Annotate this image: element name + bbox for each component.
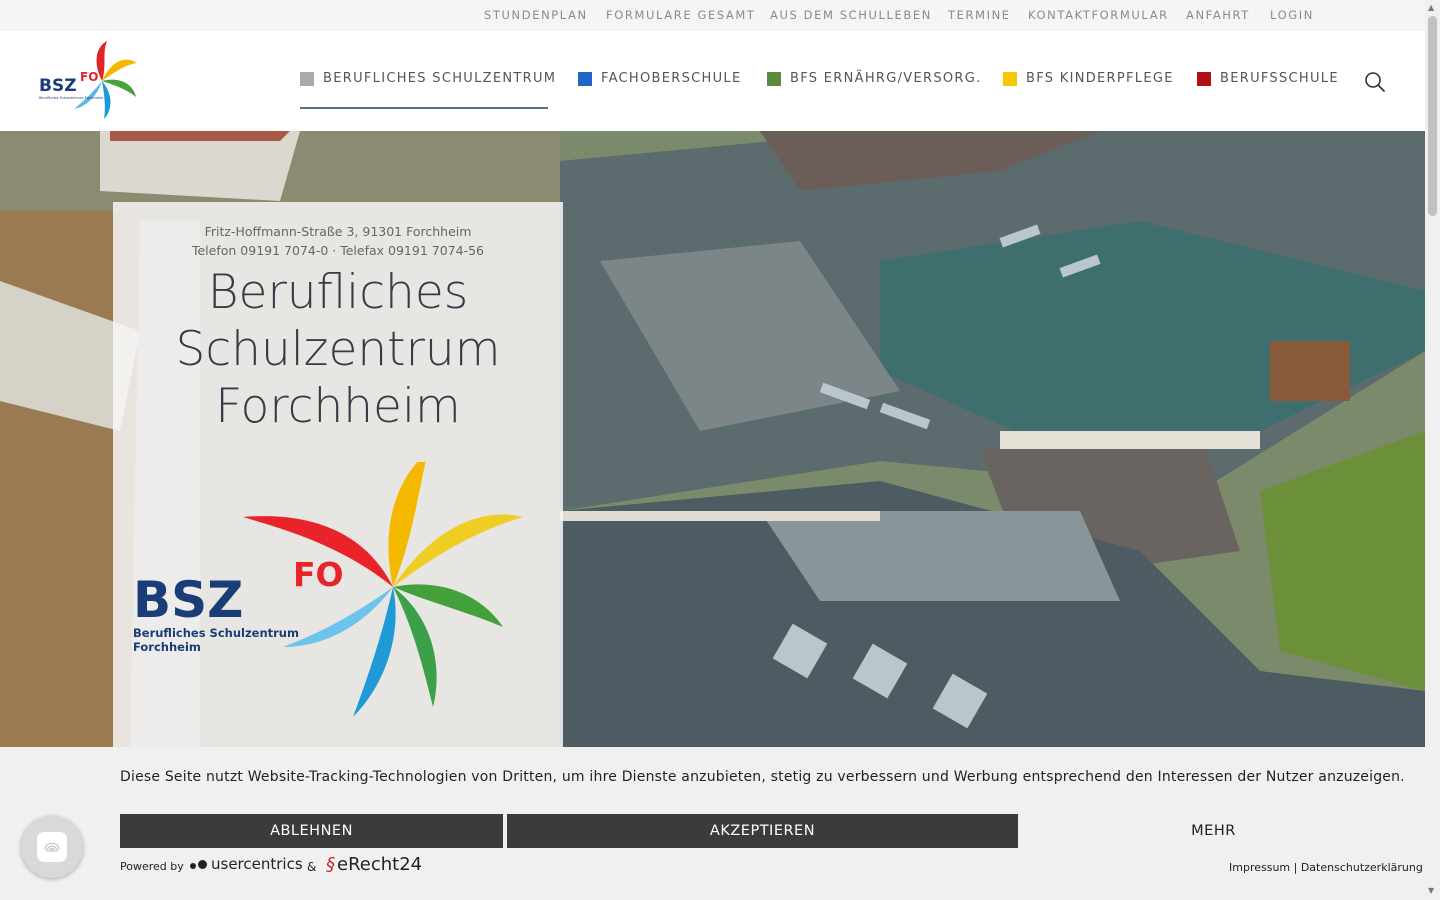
svg-text:FO: FO bbox=[293, 555, 344, 594]
title-line: Schulzentrum bbox=[175, 322, 501, 377]
ampersand: & bbox=[307, 860, 317, 874]
mainnav-berufliches-schulzentrum[interactable]: BERUFLICHES SCHULZENTRUM bbox=[300, 71, 556, 86]
svg-text:Berufliches Schulzentrum: Berufliches Schulzentrum bbox=[133, 626, 299, 640]
color-square-icon bbox=[1197, 71, 1211, 86]
mainnav-label: BFS ERNÄHRG/VERSORG. bbox=[790, 71, 982, 86]
mainnav-label: BFS KINDERPFLEGE bbox=[1026, 71, 1174, 86]
mainnav-label: BERUFSSCHULE bbox=[1220, 71, 1339, 86]
topnav-login[interactable]: LOGIN bbox=[1270, 8, 1314, 22]
site-header: BSZ FO Berufliches Schulzentrum Forchhei… bbox=[0, 31, 1425, 131]
school-info-card: Fritz-Hoffmann-Straße 3, 91301 Forchheim… bbox=[113, 202, 563, 747]
page-scrollbar[interactable]: ▲ ▼ bbox=[1425, 0, 1440, 900]
erecht24-logo[interactable]: § eRecht24 bbox=[326, 854, 422, 875]
svg-text:BSZ: BSZ bbox=[39, 76, 77, 96]
mainnav-label: BERUFLICHES SCHULZENTRUM bbox=[323, 71, 557, 86]
page-title: Berufliches Schulzentrum Forchheim bbox=[113, 264, 563, 435]
color-square-icon bbox=[1003, 71, 1017, 86]
accept-button[interactable]: AKZEPTIEREN bbox=[507, 814, 1018, 848]
top-utility-bar: STUNDENPLAN FORMULARE GESAMT AUS DEM SCH… bbox=[0, 0, 1425, 31]
mainnav-fachoberschule[interactable]: FACHOBERSCHULE bbox=[578, 71, 741, 86]
scroll-up-arrow-icon[interactable]: ▲ bbox=[1428, 3, 1434, 12]
topnav-termine[interactable]: TERMINE bbox=[948, 8, 1011, 22]
topnav-kontaktformular[interactable]: KONTAKTFORMULAR bbox=[1028, 8, 1169, 22]
topnav-formulare[interactable]: FORMULARE GESAMT bbox=[606, 8, 756, 22]
mainnav-bfs-ernaehrung[interactable]: BFS ERNÄHRG/VERSORG. bbox=[767, 71, 982, 86]
svg-text:BSZ: BSZ bbox=[133, 571, 243, 629]
erecht24-mark-icon: § bbox=[326, 854, 335, 875]
site-logo[interactable]: BSZ FO Berufliches Schulzentrum Forchhei… bbox=[36, 41, 148, 127]
svg-text:Berufliches Schulzentrum Forch: Berufliches Schulzentrum Forchheim bbox=[39, 96, 104, 100]
fingerprint-icon bbox=[37, 832, 67, 862]
scroll-down-arrow-icon[interactable]: ▼ bbox=[1428, 886, 1434, 895]
mainnav-bfs-kinderpflege[interactable]: BFS KINDERPFLEGE bbox=[1003, 71, 1174, 86]
title-line: Berufliches bbox=[207, 265, 469, 320]
address-text: Fritz-Hoffmann-Straße 3, 91301 Forchheim bbox=[204, 224, 472, 239]
cookie-consent-text: Diese Seite nutzt Website-Tracking-Techn… bbox=[120, 769, 1405, 785]
usercentrics-text: usercentrics bbox=[211, 855, 303, 873]
usercentrics-logo[interactable]: usercentrics bbox=[190, 855, 303, 873]
scrollbar-thumb[interactable] bbox=[1428, 16, 1437, 216]
mainnav-label: FACHOBERSCHULE bbox=[601, 71, 742, 86]
erecht24-text: eRecht24 bbox=[337, 854, 423, 875]
svg-text:FO: FO bbox=[80, 70, 98, 84]
school-logo-large: BSZ FO Berufliches Schulzentrum Forchhei… bbox=[133, 462, 523, 717]
more-button[interactable]: MEHR bbox=[1022, 814, 1405, 848]
svg-text:Forchheim: Forchheim bbox=[133, 640, 201, 654]
decline-button[interactable]: ABLEHNEN bbox=[120, 814, 503, 848]
title-line: Forchheim bbox=[215, 379, 461, 434]
privacy-settings-button[interactable] bbox=[21, 816, 83, 878]
topnav-schulleben[interactable]: AUS DEM SCHULLEBEN bbox=[770, 8, 932, 22]
topnav-stundenplan[interactable]: STUNDENPLAN bbox=[484, 8, 588, 22]
mainnav-berufsschule[interactable]: BERUFSSCHULE bbox=[1197, 71, 1339, 86]
color-square-icon bbox=[767, 71, 781, 86]
phone-fax-text: Telefon 09191 7074-0 · Telefax 09191 707… bbox=[191, 243, 484, 258]
powered-by-label: Powered by bbox=[120, 860, 184, 873]
color-square-icon bbox=[578, 71, 592, 86]
color-square-icon bbox=[300, 71, 314, 86]
active-nav-underline bbox=[300, 107, 548, 109]
topnav-anfahrt[interactable]: ANFAHRT bbox=[1186, 8, 1250, 22]
cookie-consent-banner: Diese Seite nutzt Website-Tracking-Techn… bbox=[0, 747, 1425, 900]
legal-links[interactable]: Impressum | Datenschutzerklärung bbox=[1229, 861, 1423, 874]
search-icon[interactable] bbox=[1364, 71, 1386, 93]
